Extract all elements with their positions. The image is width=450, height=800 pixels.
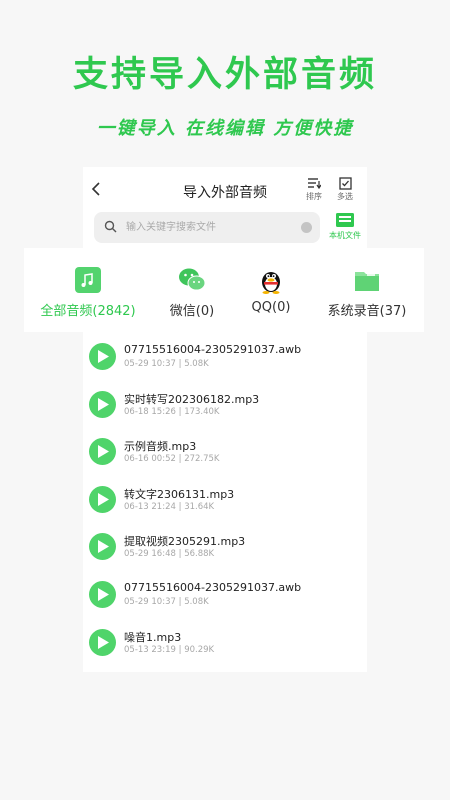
file-name: 07715516004-2305291037.awb	[124, 580, 302, 594]
tab-label: 微信(0)	[169, 304, 215, 319]
play-icon[interactable]	[89, 628, 116, 656]
play-icon[interactable]	[89, 580, 116, 608]
sort-label: 排序	[306, 192, 322, 201]
file-meta: 06-13 21:24 | 31.64K	[124, 501, 215, 512]
tab-all-audio[interactable]: 全部音频(2842)	[24, 248, 152, 332]
file-meta: 05-29 16:48 | 56.88K	[124, 549, 215, 560]
play-icon[interactable]	[89, 438, 116, 466]
clear-icon[interactable]	[301, 222, 312, 233]
list-item[interactable]: 实时转写202306182.mp3 06-18 15:26 | 173.40K	[83, 380, 367, 428]
file-meta: 05-29 10:37 | 5.08K	[124, 359, 209, 369]
list-item[interactable]: 提取视频2305291.mp3 05-29 16:48 | 56.88K	[83, 522, 367, 570]
promo-title: 支持导入外部音频	[72, 55, 377, 95]
play-icon[interactable]	[89, 533, 116, 561]
play-icon[interactable]	[89, 390, 116, 418]
file-name: 示例音频.mp3	[124, 440, 197, 454]
tab-label: 系统录音(37)	[327, 304, 407, 319]
file-meta: 06-18 15:26 | 173.40K	[124, 406, 220, 417]
sort-button[interactable]: 排序	[301, 177, 327, 202]
tab-qq[interactable]: QQ(0)	[232, 248, 310, 332]
list-item[interactable]: 噪音1.mp3 05-13 23:19 | 90.29K	[83, 618, 367, 666]
wechat-icon	[179, 268, 206, 291]
file-name: 提取视频2305291.mp3	[124, 535, 246, 549]
file-name: 07715516004-2305291037.awb	[124, 343, 302, 356]
multiselect-button[interactable]: 多选	[332, 177, 358, 202]
top-bar: 导入外部音频 排序 多选	[83, 167, 367, 213]
local-folder-icon	[336, 213, 354, 227]
source-tabs: 全部音频(2842) 微信(0) QQ(0) 系统录音(37)	[24, 248, 424, 332]
music-note-icon	[75, 267, 101, 293]
list-item[interactable]: 07715516004-2305291037.awb 05-29 10:37 |…	[83, 570, 367, 618]
file-list: 07715516004-2305291037.awb 05-29 10:37 |…	[83, 332, 367, 665]
sort-icon	[308, 178, 321, 190]
list-item[interactable]: 07715516004-2305291037.awb 05-29 10:37 |…	[83, 332, 367, 380]
tab-system-recordings[interactable]: 系统录音(37)	[310, 248, 424, 332]
search-input[interactable]	[126, 218, 296, 237]
file-name: 噪音1.mp3	[124, 630, 182, 644]
file-meta: 05-29 10:37 | 5.08K	[124, 596, 209, 607]
tab-wechat[interactable]: 微信(0)	[152, 248, 232, 332]
search-icon	[104, 220, 117, 233]
file-name: 转文字2306131.mp3	[124, 487, 235, 501]
list-item[interactable]: 示例音频.mp3 06-16 00:52 | 272.75K	[83, 427, 367, 475]
checkbox-icon	[338, 177, 352, 190]
file-name: 实时转写202306182.mp3	[124, 392, 260, 406]
tab-label: QQ(0)	[251, 300, 291, 315]
qq-penguin-icon	[262, 272, 280, 294]
multiselect-label: 多选	[337, 192, 353, 201]
tab-label: 全部音频(2842)	[40, 304, 136, 319]
promo-subtitle: 一键导入 在线编辑 方便快捷	[96, 118, 354, 139]
folder-icon	[355, 270, 379, 291]
file-meta: 06-16 00:52 | 272.75K	[124, 454, 220, 465]
list-item[interactable]: 转文字2306131.mp3 06-13 21:24 | 31.64K	[83, 475, 367, 523]
file-meta: 05-13 23:19 | 90.29K	[124, 644, 215, 655]
play-icon[interactable]	[89, 485, 116, 513]
search-box[interactable]	[94, 212, 320, 243]
local-file-button[interactable]: 本机文件	[326, 211, 364, 241]
play-icon[interactable]	[89, 343, 116, 370]
local-file-label: 本机文件	[329, 231, 361, 240]
